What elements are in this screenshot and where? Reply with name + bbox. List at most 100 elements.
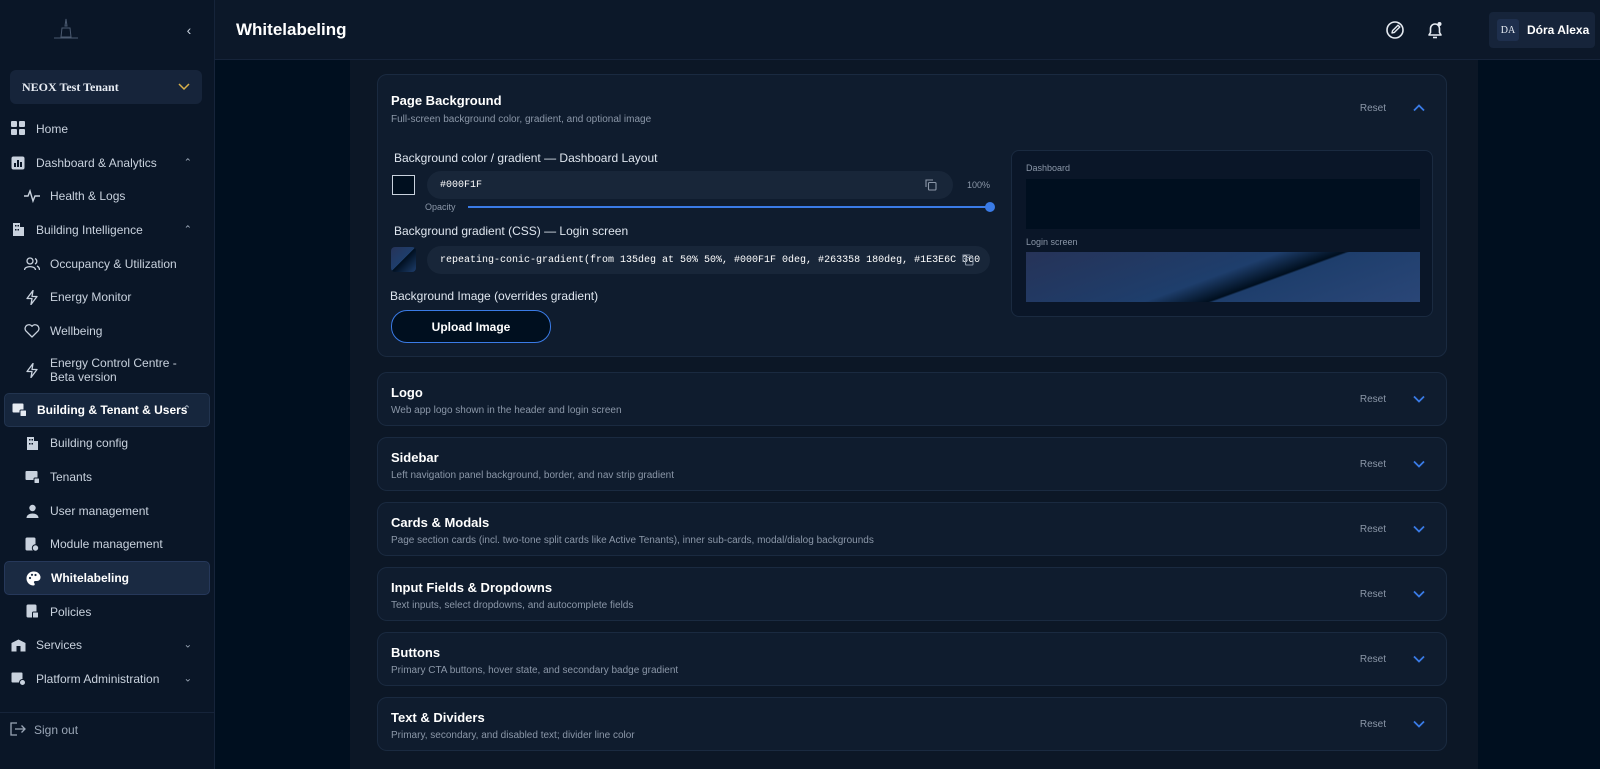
palette-icon	[25, 570, 41, 586]
user-name: Dóra Alexa	[1527, 23, 1590, 37]
reset-button[interactable]: Reset	[1360, 719, 1386, 730]
sidebar-item-occupancy-utilization[interactable]: Occupancy & Utilization	[0, 247, 214, 281]
section-subtitle: Page section cards (incl. two-tone split…	[391, 535, 874, 546]
services-icon	[10, 637, 26, 653]
building-icon	[10, 222, 26, 238]
sidebar-item-module-management[interactable]: Module management	[0, 528, 214, 562]
cards-modals-section-card[interactable]: Cards & Modals Page section cards (incl.…	[377, 502, 1447, 556]
reset-button[interactable]: Reset	[1360, 589, 1386, 600]
section-title: Cards & Modals	[391, 515, 490, 530]
reset-button[interactable]: Reset	[1360, 654, 1386, 665]
top-header: Whitelabeling DA Dóra Alexa	[215, 0, 1600, 60]
chevron-up-icon[interactable]	[1412, 101, 1426, 115]
chevron-down-icon	[178, 83, 190, 91]
reset-button[interactable]: Reset	[1360, 524, 1386, 535]
sidebar-item-label: Policies	[50, 604, 92, 619]
section-title: Text & Dividers	[391, 710, 485, 725]
copy-icon[interactable]	[925, 179, 937, 191]
sign-out-label: Sign out	[34, 723, 79, 737]
sidebar-item-health-logs[interactable]: Health & Logs	[0, 179, 214, 213]
tenant-select[interactable]: NEOX Test Tenant	[10, 70, 202, 104]
policy-icon	[24, 604, 40, 620]
sidebar-item-label: Occupancy & Utilization	[50, 256, 177, 271]
chevron-down-icon: ⌄	[183, 673, 192, 685]
sidebar-item-energy-control-centre[interactable]: Energy Control Centre - Beta version	[0, 348, 214, 393]
section-title: Logo	[391, 385, 423, 400]
chevron-down-icon[interactable]	[1412, 587, 1426, 601]
opacity-slider-thumb[interactable]	[985, 202, 995, 212]
section-title: Input Fields & Dropdowns	[391, 580, 553, 595]
sidebar-item-whitelabeling[interactable]: Whitelabeling	[4, 561, 210, 595]
section-title: Sidebar	[391, 450, 439, 465]
sidebar-item-policies[interactable]: Policies	[0, 595, 214, 629]
input-fields-section-card[interactable]: Input Fields & Dropdowns Text inputs, se…	[377, 567, 1447, 621]
gradient-input[interactable]: repeating-conic-gradient(from 135deg at …	[427, 246, 990, 274]
bell-icon[interactable]	[1425, 20, 1445, 40]
bolt-icon	[24, 362, 40, 378]
chevron-down-icon[interactable]	[1412, 457, 1426, 471]
sidebar-item-label: Tenants	[50, 470, 93, 485]
sidebar-item-building-intelligence[interactable]: Building Intelligence ⌃	[0, 213, 214, 247]
sidebar-item-label: Services	[36, 638, 83, 653]
opacity-label: Opacity	[425, 202, 456, 212]
chevron-up-icon: ⌃	[183, 224, 192, 236]
grid-icon	[10, 121, 26, 137]
bg-color-swatch[interactable]	[392, 175, 415, 195]
section-subtitle: Primary, secondary, and disabled text; d…	[391, 730, 635, 741]
sidebar-divider	[0, 712, 214, 713]
chevron-down-icon[interactable]	[1412, 717, 1426, 731]
gradient-preview-swatch[interactable]	[391, 247, 416, 272]
buttons-section-card[interactable]: Buttons Primary CTA buttons, hover state…	[377, 632, 1447, 686]
sidebar-item-platform-administration[interactable]: Platform Administration ⌄	[0, 662, 214, 696]
opacity-value: 100%	[967, 180, 991, 190]
brand-logo	[54, 18, 78, 39]
sidebar-item-services[interactable]: Services ⌄	[0, 629, 214, 663]
copy-icon[interactable]	[962, 254, 974, 266]
chevron-up-icon: ⌃	[182, 404, 191, 416]
sidebar-section-card[interactable]: Sidebar Left navigation panel background…	[377, 437, 1447, 491]
text-dividers-section-card[interactable]: Text & Dividers Primary, secondary, and …	[377, 697, 1447, 751]
section-subtitle: Full-screen background color, gradient, …	[391, 114, 652, 125]
sidebar-item-building-config[interactable]: Building config	[0, 427, 214, 461]
sidebar-item-label: Home	[36, 121, 69, 136]
org-icon	[11, 402, 27, 418]
sidebar-item-energy-monitor[interactable]: Energy Monitor	[0, 280, 214, 314]
chevron-down-icon[interactable]	[1412, 522, 1426, 536]
section-subtitle: Left navigation panel background, border…	[391, 470, 674, 481]
opacity-slider-track[interactable]	[468, 206, 990, 208]
bg-color-value: #000F1F	[440, 179, 483, 191]
reset-button[interactable]: Reset	[1360, 459, 1386, 470]
pulse-icon	[24, 188, 40, 204]
sidebar-item-user-management[interactable]: User management	[0, 494, 214, 528]
reset-button[interactable]: Reset	[1360, 103, 1386, 114]
reset-button[interactable]: Reset	[1360, 394, 1386, 405]
sidebar-item-label: Building & Tenant & Users	[37, 402, 188, 417]
sidebar-item-label: Module management	[50, 537, 163, 552]
preview-dashboard-label: Dashboard	[1026, 163, 1071, 173]
logo-section-card[interactable]: Logo Web app logo shown in the header an…	[377, 372, 1447, 426]
gradient-value: repeating-conic-gradient(from 135deg at …	[440, 254, 981, 266]
bolt-icon	[24, 289, 40, 305]
sign-out-button[interactable]: Sign out	[10, 722, 78, 738]
sidebar-item-dashboard-analytics[interactable]: Dashboard & Analytics ⌃	[0, 146, 214, 180]
tenants-icon	[24, 469, 40, 485]
collapse-sidebar-button[interactable]: ‹	[180, 20, 198, 40]
edit-icon[interactable]	[1385, 20, 1405, 40]
section-subtitle: Primary CTA buttons, hover state, and se…	[391, 665, 679, 676]
user-menu[interactable]: DA Dóra Alexa	[1489, 12, 1595, 48]
sidebar-item-home[interactable]: Home	[0, 112, 214, 146]
admin-icon	[10, 671, 26, 687]
bg-color-input[interactable]: #000F1F	[427, 171, 953, 199]
section-title: Page Background	[391, 93, 502, 108]
sidebar-item-tenants[interactable]: Tenants	[0, 460, 214, 494]
upload-image-button[interactable]: Upload Image	[391, 310, 551, 343]
sidebar-item-wellbeing[interactable]: Wellbeing	[0, 314, 214, 348]
chevron-down-icon[interactable]	[1412, 652, 1426, 666]
bg-color-label: Background color / gradient — Dashboard …	[394, 151, 658, 165]
sidebar-item-building-tenant-users[interactable]: Building & Tenant & Users ⌃	[4, 392, 210, 427]
chevron-down-icon[interactable]	[1412, 392, 1426, 406]
sidebar-item-label: Whitelabeling	[51, 571, 129, 586]
background-preview: Dashboard Login screen	[1011, 150, 1433, 317]
sidebar-item-label: Wellbeing	[50, 323, 103, 338]
gradient-label: Background gradient (CSS) — Login screen	[394, 224, 629, 238]
